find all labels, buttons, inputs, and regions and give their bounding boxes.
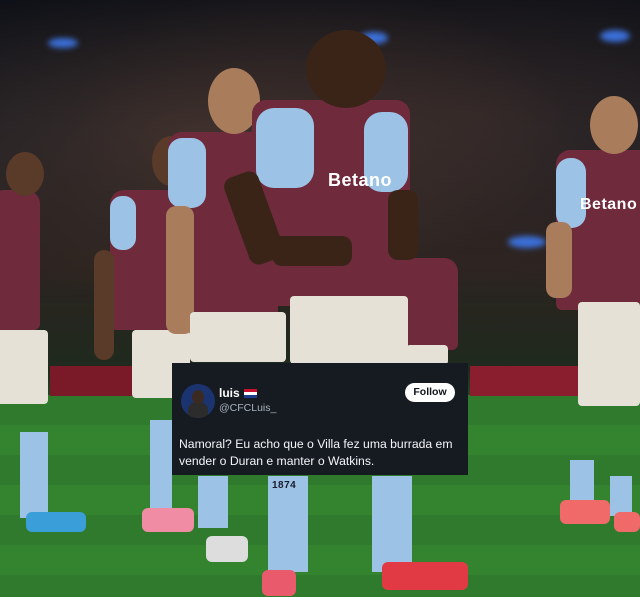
- shirt-sponsor: Betano: [580, 196, 638, 213]
- embedded-post-card: luis @CFCLuis_ Follow Namoral? Eu acho q…: [172, 363, 468, 475]
- shirt-sponsor: Betano: [328, 170, 393, 190]
- photo-background: Betano 1874 Betano luis @CFCLuis_ Follow…: [0, 0, 640, 597]
- flag-icon: [243, 389, 257, 398]
- follow-button[interactable]: Follow: [405, 383, 455, 402]
- advertising-board: [470, 366, 590, 396]
- post-text: Namoral? Eu acho que o Villa fez uma bur…: [179, 437, 453, 468]
- stadium-light: [508, 236, 546, 248]
- display-name[interactable]: luis: [219, 386, 257, 400]
- stadium-light: [48, 38, 78, 48]
- stadium-light: [600, 30, 630, 42]
- user-avatar[interactable]: [181, 384, 215, 418]
- display-name-text[interactable]: luis: [219, 386, 240, 400]
- shorts-number: 1874: [272, 480, 297, 491]
- user-handle[interactable]: @CFCLuis_: [219, 402, 276, 414]
